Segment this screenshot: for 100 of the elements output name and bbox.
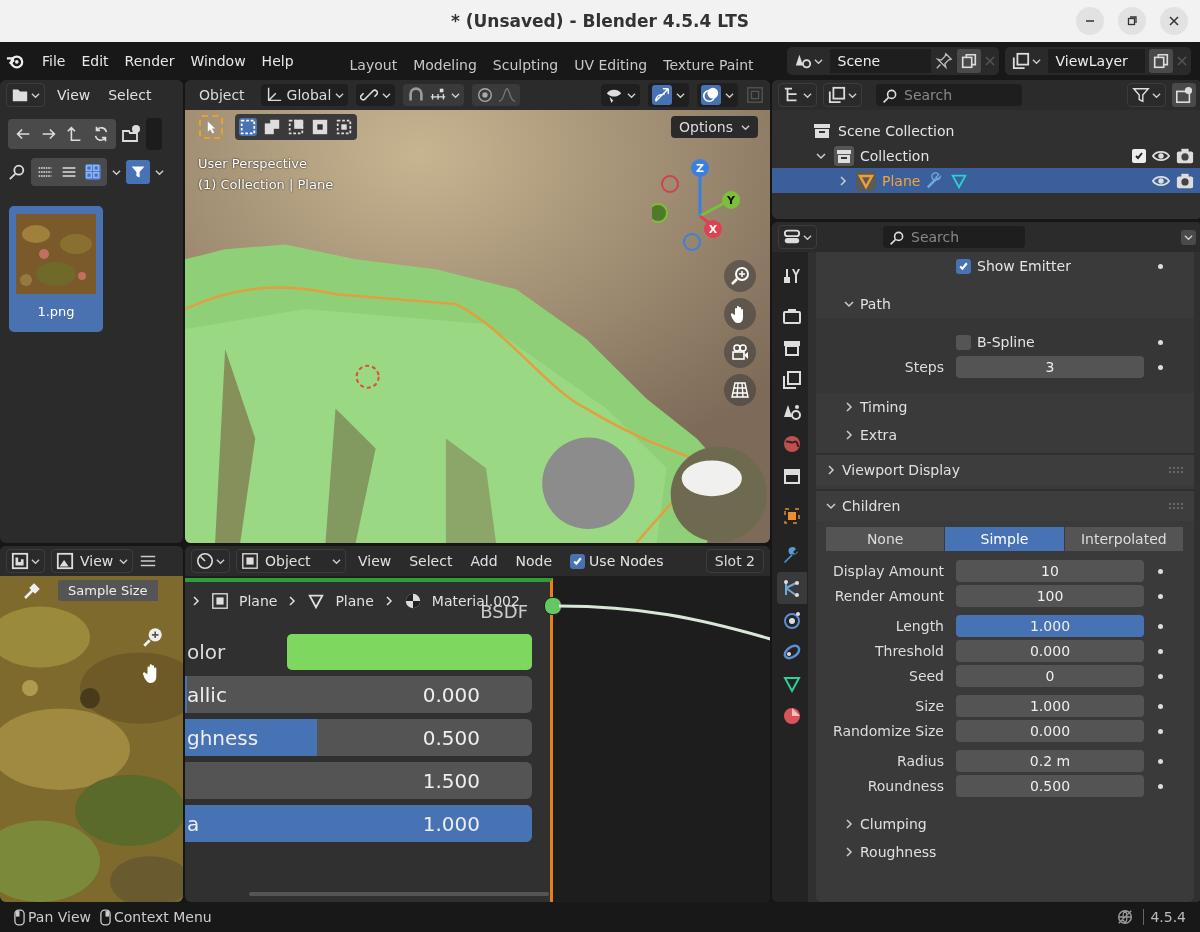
editor-type-dropdown[interactable]	[6, 549, 45, 573]
segment-tab[interactable]: Interpolated	[1064, 527, 1184, 551]
menu-item[interactable]: Window	[182, 53, 254, 69]
menu-item[interactable]: Render	[116, 53, 183, 69]
orientation-dropdown[interactable]: Global	[260, 84, 349, 106]
keyframe-dot-icon[interactable]	[1158, 568, 1163, 574]
output-socket[interactable]	[544, 597, 562, 615]
menu-item[interactable]: Select	[403, 553, 459, 569]
editor-type-dropdown[interactable]	[778, 225, 817, 249]
menu-item[interactable]: File	[34, 53, 74, 69]
pin-icon[interactable]	[934, 52, 953, 70]
thumbnail-view-icon[interactable]	[85, 164, 101, 180]
breadcrumb-item[interactable]: Plane	[335, 593, 374, 609]
filter-dropdown[interactable]	[1127, 83, 1166, 107]
workspace-tab[interactable]: Layout	[343, 55, 404, 73]
search-field[interactable]: Search	[883, 226, 1025, 248]
menu-item[interactable]: View	[352, 553, 398, 569]
scrollbar[interactable]	[249, 892, 549, 896]
view-layer-field[interactable]: ViewLayer	[1047, 49, 1145, 73]
color-swatch[interactable]	[287, 634, 532, 670]
workspace-tab[interactable]: UV Editing	[568, 55, 654, 73]
editor-type-dropdown[interactable]	[191, 549, 230, 573]
menu-item[interactable]: Node	[509, 553, 559, 569]
keyframe-dot-icon[interactable]	[1158, 703, 1163, 709]
grid-button[interactable]	[724, 374, 756, 406]
number-field[interactable]: 1.000	[956, 695, 1144, 717]
menu-item[interactable]: Add	[464, 553, 504, 569]
number-field[interactable]: 0.500	[956, 775, 1144, 797]
breadcrumb-item[interactable]: Plane	[239, 593, 278, 609]
overlay-toggle[interactable]	[701, 85, 721, 105]
editor-type-dropdown[interactable]	[778, 83, 817, 107]
checkbox[interactable]	[956, 334, 971, 350]
pivot-dropdown[interactable]	[356, 84, 396, 106]
display-mode-dropdown[interactable]	[823, 83, 862, 107]
number-field[interactable]: 10	[956, 560, 1144, 582]
outliner-row[interactable]: Collection	[772, 143, 1200, 168]
checkbox[interactable]	[570, 553, 586, 569]
list-view-icon[interactable]	[37, 164, 53, 180]
scene-name-field[interactable]: Scene	[829, 49, 931, 73]
camera-icon[interactable]	[1176, 146, 1194, 165]
subpanel-header[interactable]: Roughness	[816, 838, 1194, 866]
snap-dropdown[interactable]	[403, 84, 465, 106]
number-field[interactable]: 100	[956, 585, 1144, 607]
keyframe-dot-icon[interactable]	[1158, 783, 1163, 789]
number-field[interactable]: 1.500	[185, 762, 532, 799]
keyframe-dot-icon[interactable]	[1158, 593, 1163, 599]
subtract-select-icon[interactable]	[287, 118, 305, 136]
menu-item[interactable]: Edit	[73, 53, 117, 69]
workspace-tab[interactable]: Sculpting	[486, 55, 565, 73]
filter-button[interactable]	[126, 160, 150, 184]
slider[interactable]: a 1.000	[185, 805, 532, 842]
visibility-dropdown[interactable]	[601, 84, 640, 106]
invert-select-icon[interactable]	[311, 118, 329, 136]
subpanel-header[interactable]: Extra	[816, 421, 1194, 449]
properties-tab[interactable]	[777, 572, 807, 604]
sample-size-button[interactable]: Sample Size	[58, 580, 158, 601]
slider[interactable]: allic 0.000	[185, 676, 532, 713]
options-dropdown[interactable]: Options	[670, 116, 758, 138]
camera-view-button[interactable]	[724, 336, 756, 368]
keyframe-dot-icon[interactable]	[1158, 673, 1163, 679]
gizmo-toggle[interactable]	[652, 85, 672, 105]
drag-handle-icon[interactable]	[1168, 502, 1184, 510]
intersect-select-icon[interactable]	[335, 118, 353, 136]
checkbox[interactable]	[1132, 148, 1146, 163]
checkbox[interactable]	[956, 258, 971, 274]
search-field[interactable]: Search	[876, 84, 1022, 106]
gizmo-dropdown[interactable]	[648, 83, 689, 107]
subpanel-header[interactable]: Timing	[816, 393, 1194, 421]
workspace-tab[interactable]: Modeling	[407, 55, 483, 73]
extend-select-icon[interactable]	[263, 118, 281, 136]
expand-arrow-icon[interactable]	[816, 150, 828, 161]
options-dropdown[interactable]	[1181, 229, 1196, 245]
duplicate-button[interactable]	[1148, 49, 1173, 73]
search-icon[interactable]	[8, 163, 26, 181]
workspace-tab[interactable]: Texture Paint	[657, 55, 760, 73]
duplicate-button[interactable]	[956, 49, 981, 73]
menu-item[interactable]: View	[51, 87, 97, 103]
outliner-row[interactable]: Scene Collection	[772, 118, 1200, 143]
number-field[interactable]: 3	[956, 356, 1144, 378]
menu-item[interactable]: Select	[102, 87, 158, 103]
zoom-button[interactable]	[724, 260, 756, 292]
number-field[interactable]: 0.000	[956, 640, 1144, 662]
proportional-edit-dropdown[interactable]	[472, 84, 521, 106]
camera-icon[interactable]	[1176, 171, 1194, 190]
slot-dropdown[interactable]: Slot 2	[705, 549, 764, 573]
editor-type-dropdown[interactable]	[6, 83, 45, 107]
subpanel-header[interactable]: Path	[816, 290, 1194, 318]
slider[interactable]: ghness 0.500	[185, 719, 532, 756]
new-folder-icon[interactable]	[121, 124, 141, 144]
number-field[interactable]: 1.000	[956, 615, 1144, 637]
box-select-icon[interactable]	[239, 118, 257, 136]
keyframe-dot-icon[interactable]	[1158, 648, 1163, 654]
keyframe-dot-icon[interactable]	[1158, 339, 1163, 345]
select-tool-button[interactable]	[199, 115, 223, 139]
refresh-icon[interactable]	[92, 125, 110, 143]
close-button[interactable]	[1160, 7, 1188, 35]
keyframe-dot-icon[interactable]	[1158, 364, 1163, 370]
subpanel-header[interactable]: Clumping	[816, 810, 1194, 838]
drag-handle-icon[interactable]	[1168, 466, 1184, 474]
maximize-button[interactable]	[1118, 7, 1146, 35]
